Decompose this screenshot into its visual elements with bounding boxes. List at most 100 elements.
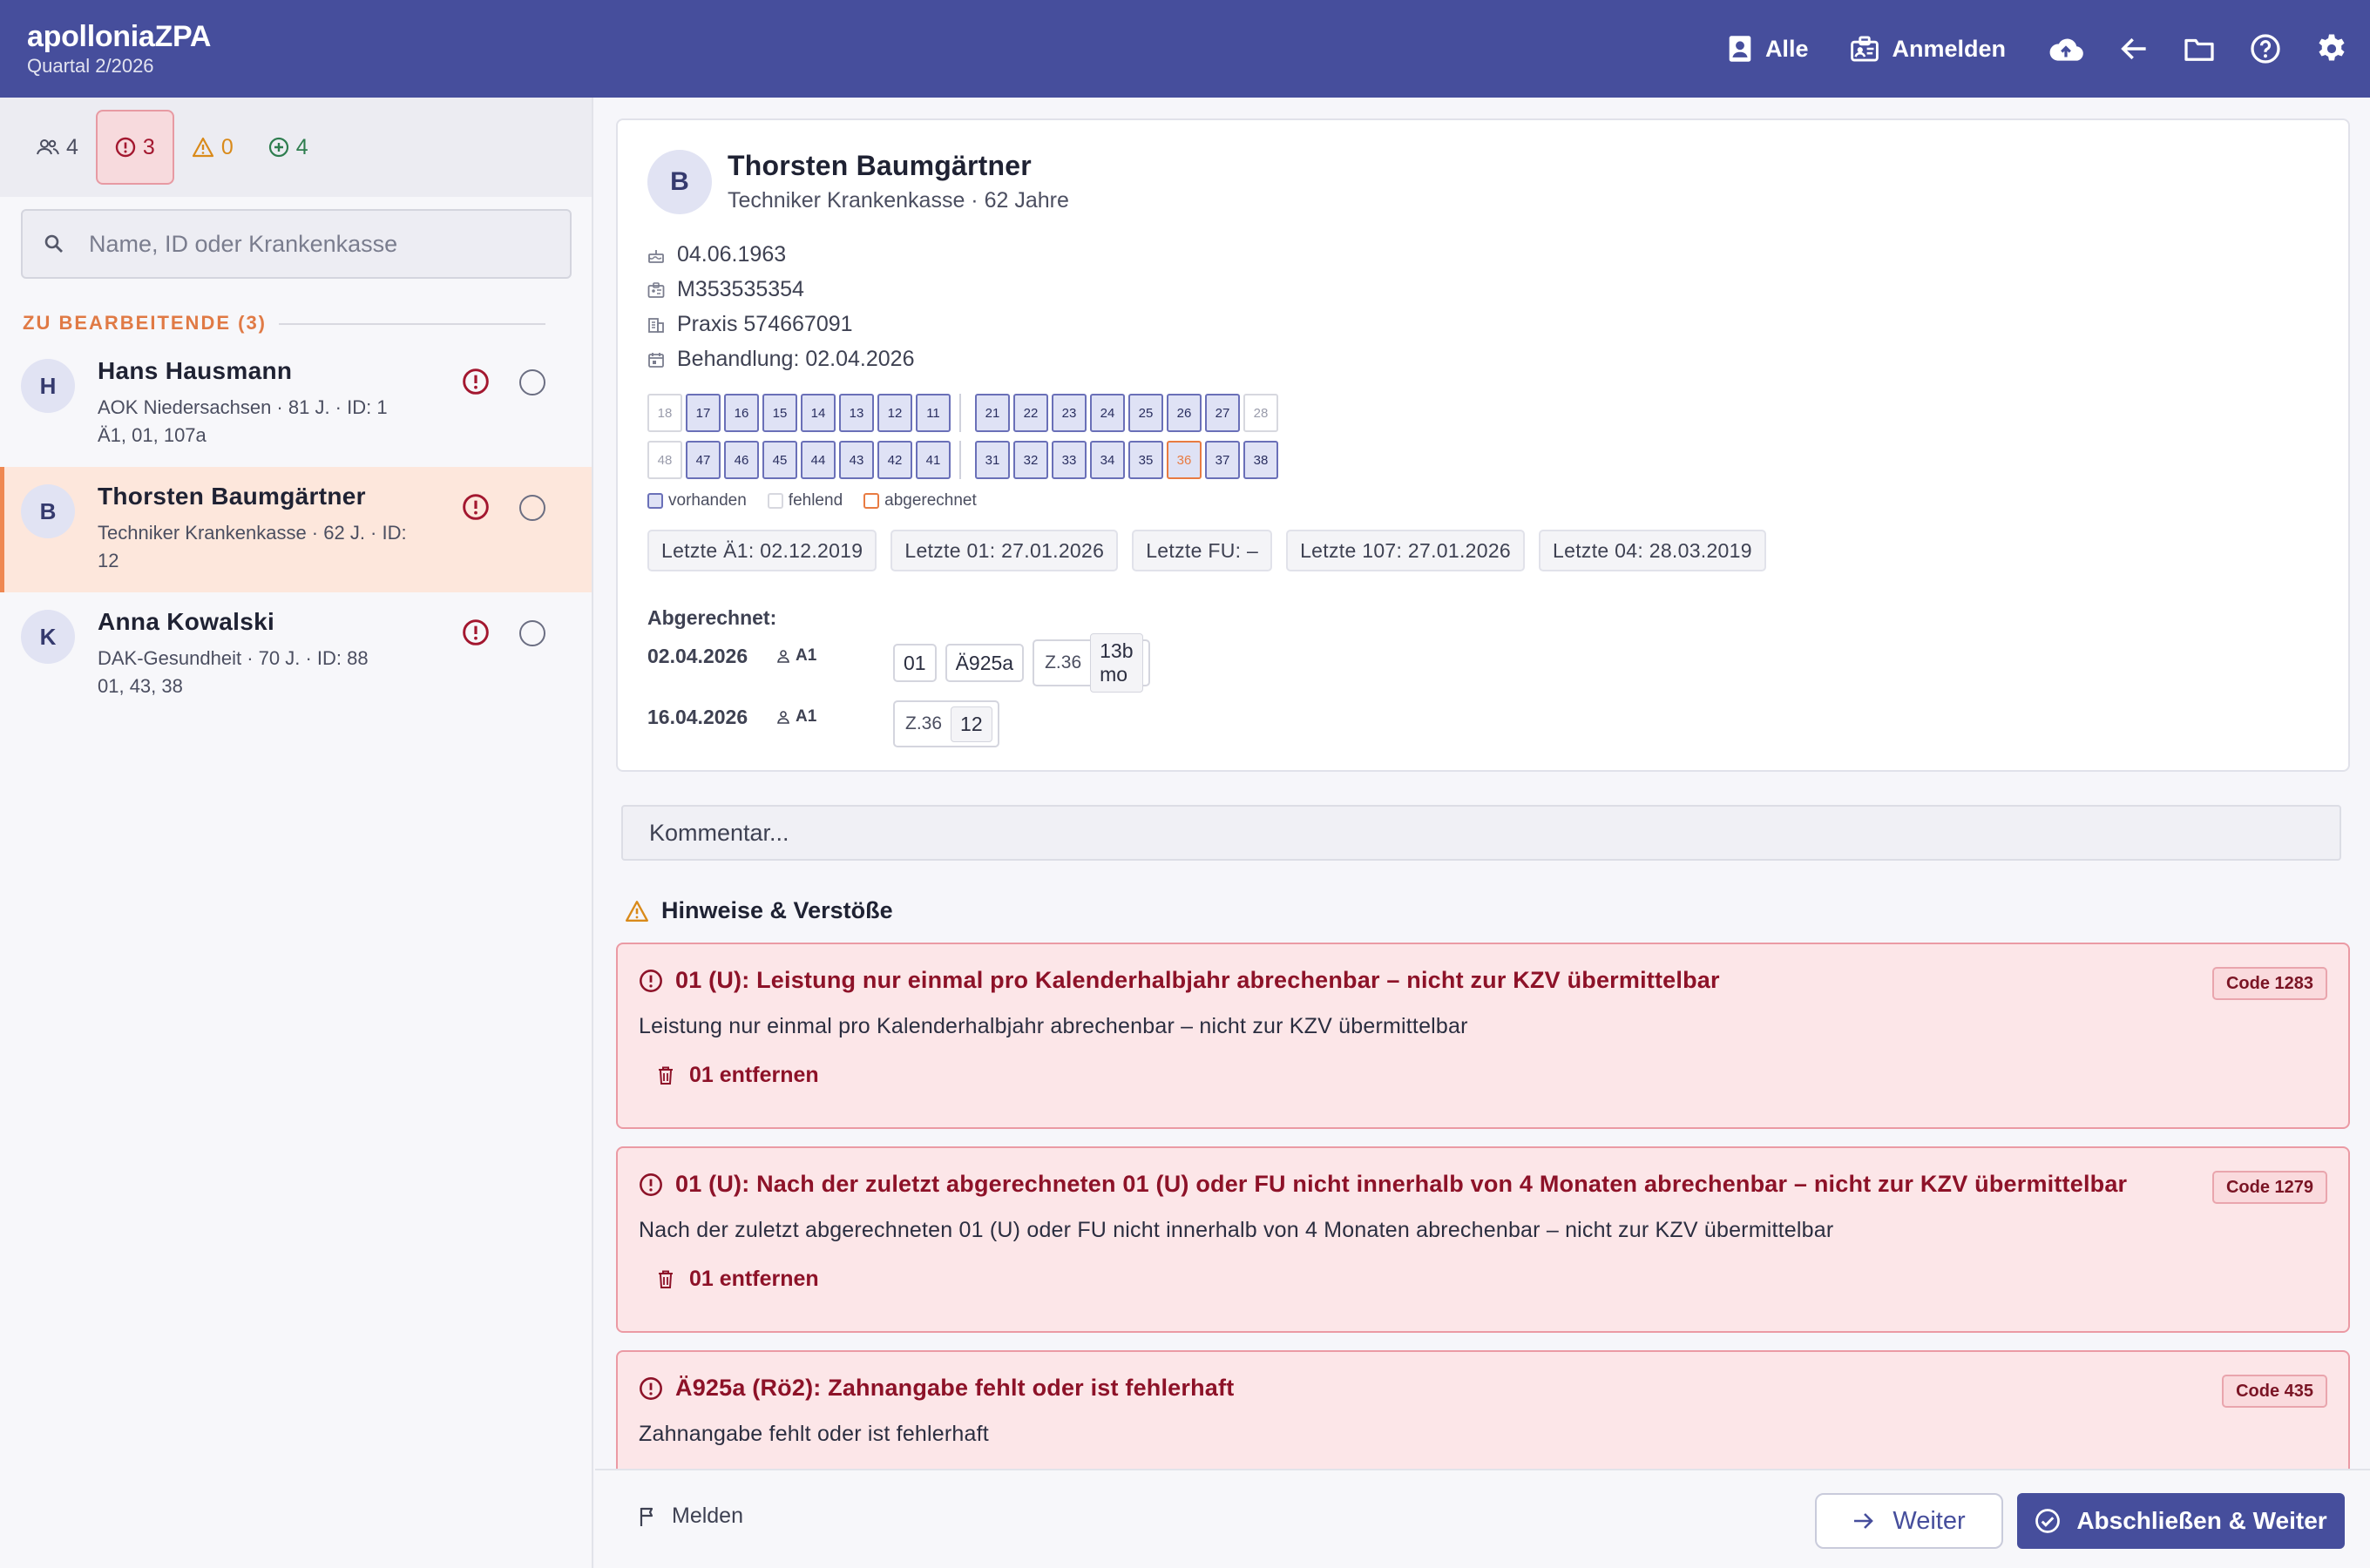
legend-present: vorhanden bbox=[647, 491, 747, 510]
midline bbox=[959, 441, 968, 479]
weiter-label: Weiter bbox=[1893, 1506, 1966, 1535]
back-button[interactable] bbox=[2119, 36, 2149, 62]
search-input[interactable] bbox=[89, 230, 542, 258]
tooth-18[interactable]: 18 bbox=[647, 394, 682, 432]
tooth-27[interactable]: 27 bbox=[1205, 394, 1240, 432]
add-circle-icon bbox=[268, 137, 288, 158]
tooth-43[interactable]: 43 bbox=[839, 441, 874, 479]
issue-code: Code 1283 bbox=[2211, 967, 2327, 1000]
patient-meta-line: Techniker Krankenkasse · 62 J. · ID: bbox=[98, 522, 407, 544]
alle-label: Alle bbox=[1764, 35, 1809, 62]
dental-legend: vorhanden fehlend abgerechnet bbox=[647, 491, 977, 510]
select-radio[interactable] bbox=[519, 620, 545, 646]
tooth-23[interactable]: 23 bbox=[1052, 394, 1087, 432]
practice-row: Praxis 574667091 bbox=[647, 312, 853, 337]
tooth-37[interactable]: 37 bbox=[1205, 441, 1240, 479]
patient-item-selected[interactable]: B Thorsten Baumgärtner Techniker Kranken… bbox=[0, 467, 592, 592]
folder-button[interactable] bbox=[2184, 36, 2215, 62]
patient-name: Hans Hausmann bbox=[98, 357, 293, 384]
remove-code-button[interactable]: 01 entfernen bbox=[658, 1063, 819, 1088]
issue-card: 01 (U): Leistung nur einmal pro Kalender… bbox=[616, 943, 2350, 1129]
tooth-31[interactable]: 31 bbox=[975, 441, 1010, 479]
filter-all[interactable]: 4 bbox=[19, 110, 96, 185]
main-panel: B Thorsten Baumgärtner Techniker Kranken… bbox=[595, 98, 2370, 1469]
filter-warnings[interactable]: 0 bbox=[174, 110, 251, 185]
tooth-35[interactable]: 35 bbox=[1128, 441, 1163, 479]
tooth-36[interactable]: 36 bbox=[1167, 441, 1202, 479]
help-button[interactable] bbox=[2250, 33, 2281, 64]
remove-code-button[interactable]: 01 entfernen bbox=[658, 1267, 819, 1292]
billed-code[interactable]: 01 bbox=[893, 644, 937, 682]
filter-warnings-count: 0 bbox=[220, 134, 234, 159]
patient-meta-line: DAK-Gesundheit · 70 J. · ID: 88 bbox=[98, 647, 369, 669]
tooth-13[interactable]: 13 bbox=[839, 394, 874, 432]
upload-button[interactable] bbox=[2048, 36, 2084, 62]
tooth-44[interactable]: 44 bbox=[801, 441, 836, 479]
billed-provider: A1 bbox=[776, 646, 816, 666]
brand: apolloniaZPA Quartal 2/2026 bbox=[27, 19, 211, 78]
patient-name: Thorsten Baumgärtner bbox=[98, 483, 366, 510]
weiter-button[interactable]: Weiter bbox=[1815, 1493, 2003, 1549]
complete-and-next-button[interactable]: Abschließen & Weiter bbox=[2017, 1493, 2345, 1549]
filter-ok[interactable]: 4 bbox=[251, 110, 326, 185]
tooth-33[interactable]: 33 bbox=[1052, 441, 1087, 479]
tooth-22[interactable]: 22 bbox=[1013, 394, 1048, 432]
tooth-28[interactable]: 28 bbox=[1243, 394, 1278, 432]
billed-title: Abgerechnet: bbox=[647, 606, 777, 629]
billed-code[interactable]: Ä925a bbox=[945, 644, 1025, 682]
trash-icon bbox=[659, 1270, 673, 1288]
last-services: Letzte Ä1: 02.12.2019 Letzte 01: 27.01.2… bbox=[647, 530, 1766, 571]
tooth-41[interactable]: 41 bbox=[916, 441, 951, 479]
billed-tooth-group[interactable]: Z.36 12 bbox=[893, 700, 999, 747]
last-service-chip: Letzte 04: 28.03.2019 bbox=[1539, 530, 1766, 571]
issue-card: Ä925a (Rö2): Zahnangabe fehlt oder ist f… bbox=[616, 1350, 2350, 1469]
flag-icon bbox=[640, 1507, 653, 1526]
tooth-48[interactable]: 48 bbox=[647, 441, 682, 479]
patient-name: Anna Kowalski bbox=[98, 608, 275, 635]
tooth-26[interactable]: 26 bbox=[1167, 394, 1202, 432]
tooth-38[interactable]: 38 bbox=[1243, 441, 1278, 479]
tooth-34[interactable]: 34 bbox=[1090, 441, 1125, 479]
anmelden-button[interactable]: Anmelden bbox=[1850, 35, 2006, 63]
avatar: B bbox=[21, 484, 75, 538]
issue-description: Nach der zuletzt abgerechneten 01 (U) od… bbox=[639, 1218, 1834, 1242]
person-icon bbox=[777, 650, 789, 663]
alle-button[interactable]: Alle bbox=[1727, 35, 1809, 63]
select-radio[interactable] bbox=[519, 369, 545, 395]
patient-card: B Thorsten Baumgärtner Techniker Kranken… bbox=[616, 118, 2350, 772]
tooth-32[interactable]: 32 bbox=[1013, 441, 1048, 479]
tooth-11[interactable]: 11 bbox=[916, 394, 951, 432]
billed-tooth-group[interactable]: Z.36 13b mo bbox=[1033, 633, 1150, 693]
tooth-17[interactable]: 17 bbox=[686, 394, 721, 432]
tooth-16[interactable]: 16 bbox=[724, 394, 759, 432]
melden-button[interactable]: Melden bbox=[639, 1504, 743, 1529]
patient-item[interactable]: K Anna Kowalski DAK-Gesundheit · 70 J. ·… bbox=[0, 592, 592, 718]
tooth-24[interactable]: 24 bbox=[1090, 394, 1125, 432]
tooth-code: 12 bbox=[951, 706, 992, 742]
select-radio[interactable] bbox=[519, 495, 545, 521]
tooth-14[interactable]: 14 bbox=[801, 394, 836, 432]
folder-icon bbox=[2184, 38, 2214, 61]
tooth-12[interactable]: 12 bbox=[877, 394, 912, 432]
last-service-chip: Letzte FU: – bbox=[1132, 530, 1273, 571]
anmelden-label: Anmelden bbox=[1892, 35, 2006, 62]
tooth-45[interactable]: 45 bbox=[762, 441, 797, 479]
patient-item[interactable]: H Hans Hausmann AOK Niedersachsen · 81 J… bbox=[0, 341, 592, 467]
comment-input[interactable] bbox=[621, 805, 2341, 861]
filter-errors[interactable]: 3 bbox=[95, 110, 174, 185]
settings-button[interactable] bbox=[2316, 33, 2347, 64]
tooth-42[interactable]: 42 bbox=[877, 441, 912, 479]
calendar-icon bbox=[648, 352, 664, 368]
issue-title: 01 (U): Leistung nur einmal pro Kalender… bbox=[639, 967, 1720, 994]
patient-codes: Ä1, 01, 107a bbox=[98, 424, 207, 446]
tooth-25[interactable]: 25 bbox=[1128, 394, 1163, 432]
filter-all-count: 4 bbox=[66, 134, 78, 159]
help-icon bbox=[2251, 34, 2280, 64]
tooth-21[interactable]: 21 bbox=[975, 394, 1010, 432]
tooth-15[interactable]: 15 bbox=[762, 394, 797, 432]
tooth-47[interactable]: 47 bbox=[686, 441, 721, 479]
error-icon bbox=[640, 969, 662, 992]
tooth-46[interactable]: 46 bbox=[724, 441, 759, 479]
issue-card: 01 (U): Nach der zuletzt abgerechneten 0… bbox=[616, 1146, 2350, 1333]
section-divider bbox=[279, 323, 545, 325]
